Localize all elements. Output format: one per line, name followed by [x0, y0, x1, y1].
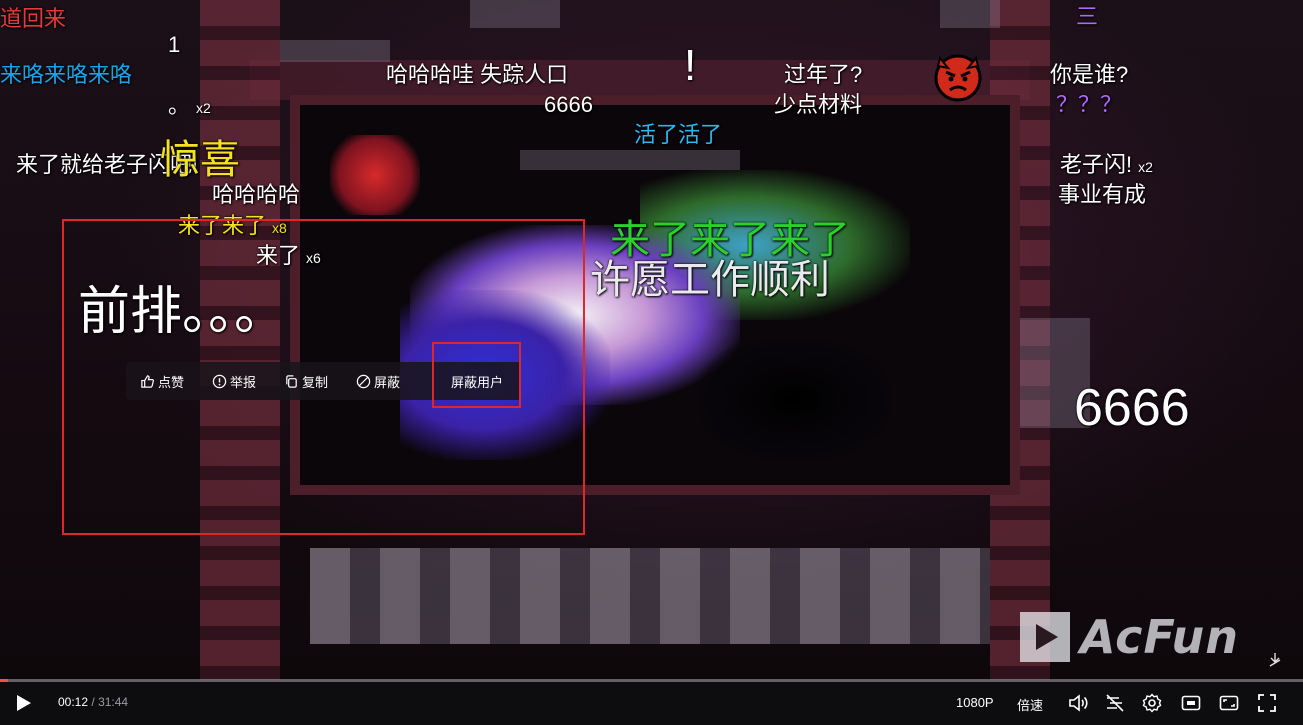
web-fullscreen-icon [1219, 695, 1239, 711]
mosaic-blur [520, 150, 740, 170]
copy-button[interactable]: 复制 [270, 362, 342, 400]
acfun-logo-icon [1020, 612, 1070, 662]
danmaku[interactable]: 道回来 [0, 8, 66, 30]
gear-icon [1142, 693, 1162, 713]
danmaku[interactable]: 来了来了来了 [610, 220, 850, 260]
time-separator: / [91, 695, 95, 709]
danmaku[interactable]: 哈哈哈哇 失踪人口 [386, 64, 568, 86]
mosaic-blur [940, 0, 1000, 28]
danmaku-multiplier: x2 [196, 100, 211, 116]
block-icon [356, 374, 371, 388]
duration: 31:44 [98, 695, 129, 709]
danmaku[interactable]: 老子闪! x2 [1060, 154, 1153, 176]
block-button[interactable]: 屏蔽 [342, 362, 414, 400]
report-label: 举报 [230, 374, 257, 390]
mosaic-blur [470, 0, 560, 28]
danmaku[interactable]: 事业有成 [1058, 184, 1146, 206]
danmaku[interactable]: 过年了? [784, 64, 862, 86]
copy-label: 复制 [302, 374, 329, 390]
block-user-outline [432, 342, 521, 408]
thumbs-up-icon [141, 374, 154, 388]
like-button[interactable]: 点赞 [126, 362, 198, 400]
danmaku[interactable]: 你是谁? [1050, 64, 1128, 86]
mini-player-button[interactable] [1180, 692, 1202, 714]
block-label: 屏蔽 [374, 374, 401, 390]
fullscreen-icon [1258, 694, 1276, 712]
danmaku[interactable]: ？？？ [1056, 94, 1122, 116]
danmaku-toggle-button[interactable] [1104, 692, 1126, 714]
report-button[interactable]: 举报 [198, 362, 270, 400]
settings-button[interactable] [1141, 692, 1163, 714]
current-time: 00:12 [58, 695, 89, 709]
volume-icon [1069, 694, 1088, 712]
danmaku[interactable]: 许愿工作顺利 [590, 260, 830, 300]
video-player[interactable]: 道回来 1 来咯来咯来咯 。 x2 来了就给老子闪吧! 惊喜 哈哈哈哈 来了来了 x… [0, 0, 1303, 725]
danmaku[interactable]: 6666 [1074, 382, 1190, 434]
speed-button[interactable]: 倍速 [1017, 695, 1043, 714]
danmaku[interactable]: 6666 [544, 94, 593, 116]
watermark-text: AcFun [1080, 610, 1239, 664]
danmaku[interactable]: 。 x2 [168, 95, 211, 117]
play-icon [17, 695, 31, 711]
danmaku[interactable]: 1 [168, 34, 180, 56]
control-bar: 00:12 / 31:44 1080P 倍速 [0, 682, 1303, 725]
film-strip-top [250, 60, 1030, 100]
danmaku-multiplier: x2 [1138, 159, 1153, 175]
danmaku[interactable]: 三 [1076, 6, 1098, 28]
video-blob [700, 340, 890, 460]
cursor-pin-icon [1269, 653, 1281, 667]
danmaku[interactable]: 活了活了 [634, 124, 722, 146]
copy-icon [286, 374, 297, 388]
play-button[interactable] [12, 692, 34, 714]
warning-circle-icon [212, 374, 227, 388]
subtitle-mosaic [310, 548, 990, 644]
danmaku[interactable]: 哈哈哈哈 [212, 184, 300, 206]
web-fullscreen-button[interactable] [1218, 692, 1240, 714]
time-display: 00:12 / 31:44 [58, 695, 128, 709]
angry-face-emoji-icon [934, 54, 982, 102]
video-blob [330, 135, 420, 215]
mosaic-blur [280, 40, 390, 62]
danmaku[interactable]: ! [684, 44, 696, 88]
fullscreen-button[interactable] [1256, 692, 1278, 714]
acfun-watermark: AcFun [1020, 610, 1239, 664]
danmaku[interactable]: 惊喜 [160, 140, 240, 180]
quality-button[interactable]: 1080P [956, 695, 994, 710]
danmaku[interactable]: 少点材料 [774, 94, 862, 116]
danmaku-off-icon [1106, 694, 1124, 712]
danmaku[interactable]: 来咯来咯来咯 [0, 64, 132, 86]
like-label: 点赞 [158, 374, 185, 390]
volume-button[interactable] [1067, 692, 1089, 714]
picture-in-picture-icon [1181, 695, 1201, 711]
